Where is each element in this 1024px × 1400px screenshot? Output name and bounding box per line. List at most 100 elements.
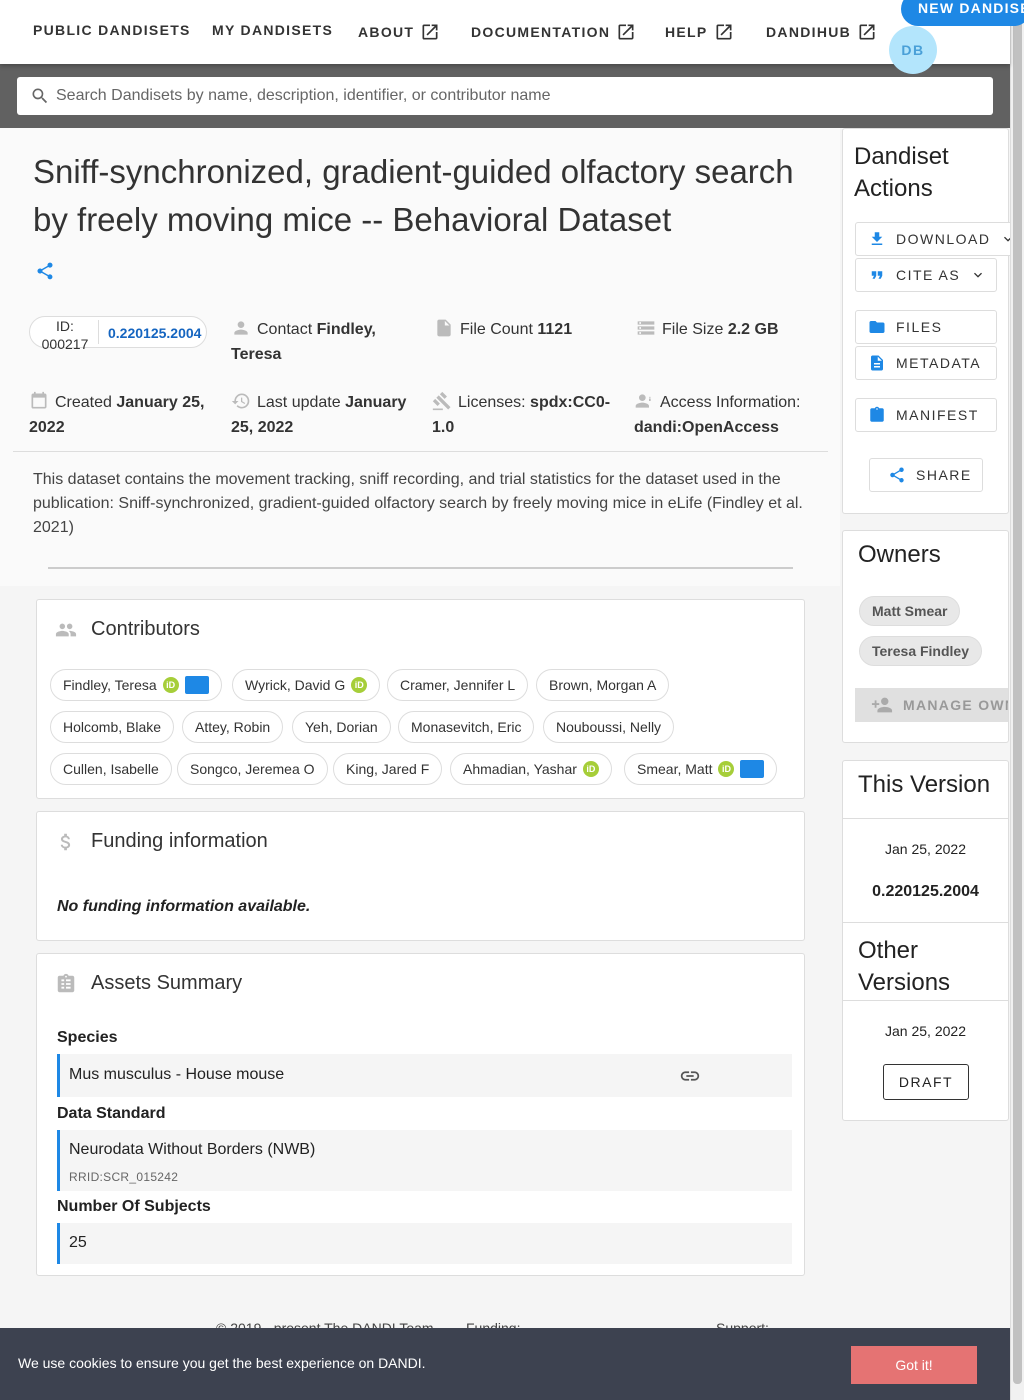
nav-documentation[interactable]: DOCUMENTATION <box>471 22 636 42</box>
quote-icon <box>871 271 883 279</box>
data-standard-label: Data Standard <box>57 1105 166 1122</box>
license-info: Licenses: spdx:CC0-1.0 <box>432 390 612 440</box>
document-icon <box>871 355 883 371</box>
nav-public-dandisets[interactable]: PUBLIC DANDISETS <box>33 22 191 38</box>
manifest-button[interactable]: MANIFEST <box>855 398 997 432</box>
files-button[interactable]: FILES <box>855 310 997 344</box>
contributor-chip[interactable]: Cullen, Isabelle <box>50 753 172 785</box>
subjects-box: 25 <box>57 1223 792 1264</box>
storage-icon <box>637 321 655 335</box>
cite-as-button[interactable]: CITE AS <box>855 258 997 292</box>
nav-my-dandisets[interactable]: MY DANDISETS <box>212 22 333 38</box>
contributor-name: Songco, Jeremea O <box>190 761 315 777</box>
nav-help[interactable]: HELP <box>665 22 734 42</box>
nav-dandihub[interactable]: DANDIHUB <box>766 22 877 42</box>
id-label: ID: <box>56 318 74 334</box>
contributor-chip[interactable]: Holcomb, Blake <box>50 711 175 743</box>
contributor-chip[interactable]: Wyrick, David G iD <box>232 669 381 701</box>
orcid-icon[interactable]: iD <box>718 761 735 777</box>
manage-owners-button[interactable]: MANAGE OWNERS <box>855 688 1008 722</box>
external-link-icon <box>716 24 732 40</box>
search-input[interactable]: Search Dandisets by name, description, i… <box>17 77 993 115</box>
manifest-label: MANIFEST <box>896 407 979 423</box>
scrollbar-thumb[interactable] <box>1013 14 1022 1384</box>
orcid-icon[interactable]: iD <box>351 677 368 693</box>
draft-version-button[interactable]: DRAFT <box>883 1064 969 1100</box>
contributor-chip[interactable]: Attey, Robin <box>182 711 284 743</box>
share-icon[interactable] <box>35 261 55 281</box>
new-dandiset-button[interactable]: NEW DANDISET <box>901 0 1024 26</box>
assets-header: Assets Summary <box>55 972 242 995</box>
dandiset-id-chip[interactable]: ID: 000217 0.220125.2004 <box>29 316 207 352</box>
file-size-label: File Size <box>662 321 724 338</box>
contributor-chip[interactable]: Findley, Teresa iD <box>50 669 222 701</box>
last-update: Last update January 25, 2022 <box>231 390 416 440</box>
download-icon <box>871 232 883 245</box>
versions-panel: This Version Jan 25, 2022 0.220125.2004 … <box>842 760 1009 1121</box>
external-link-icon <box>859 24 875 40</box>
contributor-chip[interactable]: Nouboussi, Nelly <box>543 711 675 743</box>
metadata-button[interactable]: METADATA <box>855 346 997 380</box>
dandiset-version: 0.220125.2004 <box>108 325 202 341</box>
owner-chip[interactable]: Teresa Findley <box>859 636 983 666</box>
scrollbar[interactable] <box>1010 0 1024 1400</box>
orcid-icon[interactable]: iD <box>162 677 179 693</box>
orcid-icon[interactable]: iD <box>582 761 599 777</box>
share-label: SHARE <box>916 467 972 483</box>
actions-title: Dandiset Actions <box>854 143 949 202</box>
contributor-name: Cramer, Jennifer L <box>400 677 516 693</box>
contact-card-icon[interactable] <box>184 676 209 694</box>
owners-panel: Owners Matt Smear Teresa Findley MANAGE … <box>842 530 1009 743</box>
subjects-value: 25 <box>69 1234 87 1251</box>
access-label: Access Information: <box>660 394 801 411</box>
nav-my-label: MY DANDISETS <box>212 22 334 38</box>
nav-about-label: ABOUT <box>358 24 415 40</box>
funding-header: Funding information <box>55 830 268 853</box>
contributor-chip[interactable]: Songco, Jeremea O <box>177 753 328 785</box>
created-date: Created January 25, 2022 <box>29 390 214 440</box>
contributor-chip[interactable]: Smear, Matt iD <box>624 753 778 785</box>
dollar-icon <box>60 833 71 850</box>
chevron-down-icon <box>974 272 983 278</box>
search-icon <box>32 88 48 104</box>
link-icon[interactable] <box>679 1065 701 1087</box>
data-standard-rrid: RRID:SCR_015242 <box>69 1170 179 1184</box>
contributor-name: Ahmadian, Yashar <box>463 761 577 777</box>
share-icon <box>890 467 904 483</box>
contributor-chip[interactable]: Brown, Morgan A <box>536 669 670 701</box>
nav-about[interactable]: ABOUT <box>358 22 440 42</box>
user-avatar[interactable]: DB <box>889 26 937 74</box>
contributor-name: Yeh, Dorian <box>305 719 378 735</box>
divider <box>843 1000 1008 1001</box>
clipboard-icon <box>870 406 884 422</box>
contributor-chip[interactable]: Cramer, Jennifer L <box>387 669 529 701</box>
file-count-value: 1121 <box>537 321 573 338</box>
cookie-accept-button[interactable]: Got it! <box>851 1346 977 1384</box>
data-standard-box: Neurodata Without Borders (NWB) RRID:SCR… <box>57 1130 792 1191</box>
divider <box>13 451 828 452</box>
contributors-card: Contributors Findley, Teresa iD Wyrick, D… <box>36 599 805 799</box>
contributor-chip[interactable]: Yeh, Dorian <box>292 711 391 743</box>
page-title: Sniff-synchronized, gradient-guided olfa… <box>33 153 794 238</box>
access-info: Access Information: dandi:OpenAccess <box>634 390 814 440</box>
contributor-name: Holcomb, Blake <box>63 719 162 735</box>
this-version-date: Jan 25, 2022 <box>885 841 966 857</box>
contributor-chip[interactable]: King, Jared F <box>333 753 443 785</box>
funding-card: Funding information No funding informati… <box>36 811 805 941</box>
external-link-icon <box>618 24 634 40</box>
contributor-chip[interactable]: Monasevitch, Eric <box>398 711 535 743</box>
contributor-name: Monasevitch, Eric <box>411 719 522 735</box>
file-icon <box>437 319 451 337</box>
contributor-name: Findley, Teresa <box>63 677 157 693</box>
download-button[interactable]: DOWNLOAD <box>855 222 1015 256</box>
contact-card-icon[interactable] <box>740 760 765 778</box>
divider <box>843 922 1008 923</box>
contributor-chip[interactable]: Ahmadian, Yashar iD <box>450 753 612 785</box>
owner-chip[interactable]: Matt Smear <box>859 596 961 626</box>
created-label: Created <box>55 394 112 411</box>
this-version-id: 0.220125.2004 <box>872 883 979 900</box>
nav-hub-label: DANDIHUB <box>766 24 852 40</box>
share-button[interactable]: SHARE <box>869 458 983 492</box>
search-bar: Search Dandisets by name, description, i… <box>0 64 1010 128</box>
contact-label: Contact <box>257 321 313 338</box>
